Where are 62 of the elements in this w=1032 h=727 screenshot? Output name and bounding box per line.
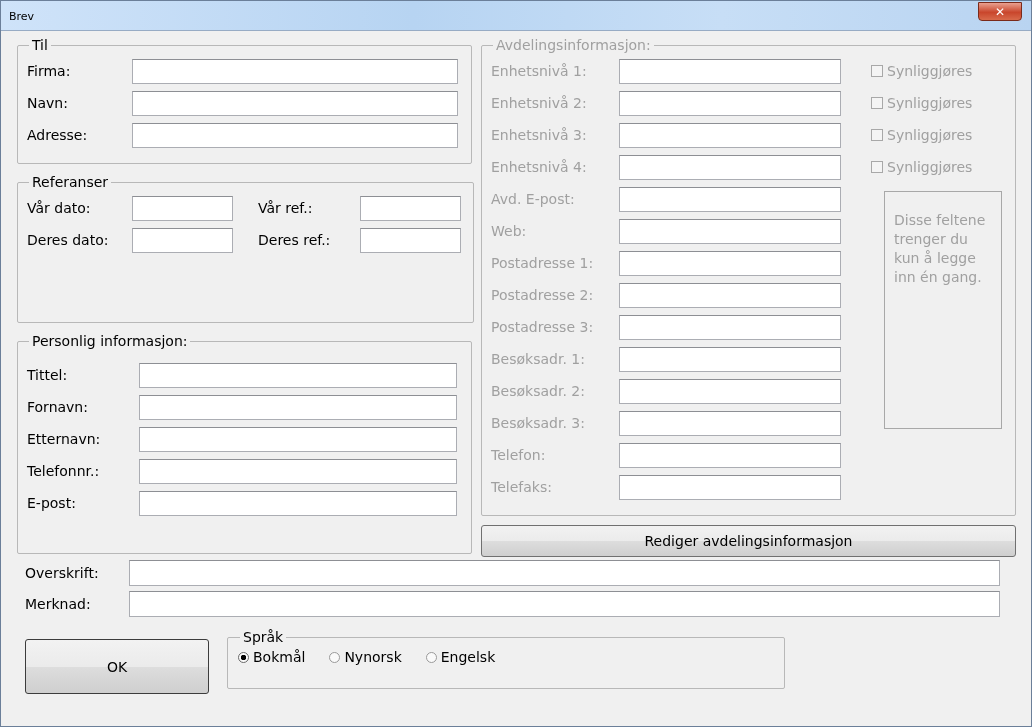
field-label: Telefonnr.: (27, 463, 101, 479)
checkbox-label: Synliggjøres (887, 63, 973, 79)
text-field[interactable] (360, 227, 461, 253)
text-field[interactable] (139, 490, 457, 516)
field-label: Enhetsnivå 1: (491, 63, 588, 79)
text-field[interactable] (139, 394, 457, 420)
field-label: Besøksadr. 2: (491, 383, 586, 399)
field-label: Enhetsnivå 4: (491, 159, 588, 175)
text-field[interactable] (132, 122, 458, 148)
field-label: Adresse: (27, 127, 89, 143)
radio-button[interactable] (238, 651, 249, 663)
group-title: Personlig informasjon: (31, 333, 189, 349)
field-label: Vår ref.: (257, 200, 314, 216)
checkbox-label: Synliggjøres (887, 159, 973, 175)
field-label: E-post: (27, 495, 77, 511)
text-field[interactable] (129, 590, 1000, 617)
field-label: Avd. E-post: (491, 191, 576, 207)
text-field[interactable] (129, 559, 1000, 586)
text-field[interactable] (139, 426, 457, 452)
field-label: Navn: (27, 95, 69, 111)
field-label: Deres ref.: (257, 232, 332, 248)
field-label: Merknad: (24, 595, 92, 612)
radio-button[interactable] (329, 651, 341, 663)
field-label: Fornavn: (27, 399, 89, 415)
radio-label: Bokmål (253, 649, 306, 665)
checkbox-label: Synliggjøres (887, 95, 973, 111)
text-field[interactable] (132, 227, 233, 253)
text-field[interactable] (139, 362, 457, 388)
text-field[interactable] (139, 458, 457, 484)
info-note: Disse feltene trenger du kun å legge inn én gang. (884, 191, 1002, 429)
group-title: Referanser (31, 174, 110, 190)
field-label: Enhetsnivå 3: (491, 127, 588, 143)
group-title: Til (31, 37, 49, 53)
edit-department-button[interactable]: Rediger avdelingsinformasjon (481, 525, 1016, 557)
field-label: Telefon: (491, 447, 547, 463)
checkbox-label: Synliggjøres (887, 127, 973, 143)
field-label: Firma: (27, 63, 72, 79)
text-field[interactable] (132, 195, 233, 221)
radio-label: Engelsk (440, 649, 496, 665)
radio-label: Nynorsk (344, 649, 402, 665)
ok-button[interactable]: OK (25, 639, 209, 694)
field-label: Web: (491, 223, 528, 239)
field-label: Vår dato: (27, 200, 92, 216)
text-field[interactable] (132, 90, 458, 116)
field-label: Etternavn: (27, 431, 102, 447)
field-label: Besøksadr. 3: (491, 415, 586, 431)
field-label: Deres dato: (27, 232, 110, 248)
field-label: Postadresse 3: (491, 319, 595, 335)
text-field[interactable] (360, 195, 461, 221)
field-label: Postadresse 2: (491, 287, 595, 303)
window-title: Brev (9, 10, 35, 23)
text-field[interactable] (132, 58, 458, 84)
radio-button[interactable] (425, 651, 437, 663)
group-title: Avdelingsinformasjon: (495, 37, 652, 53)
field-label: Telefaks: (491, 479, 553, 495)
field-label: Enhetsnivå 2: (491, 95, 588, 111)
group-title: Språk (242, 629, 285, 645)
field-label: Besøksadr. 1: (491, 351, 586, 367)
close-button[interactable]: ✕ (978, 2, 1022, 21)
field-label: Tittel: (27, 367, 69, 383)
field-label: Overskrift: (24, 564, 100, 581)
field-label: Postadresse 1: (491, 255, 595, 271)
